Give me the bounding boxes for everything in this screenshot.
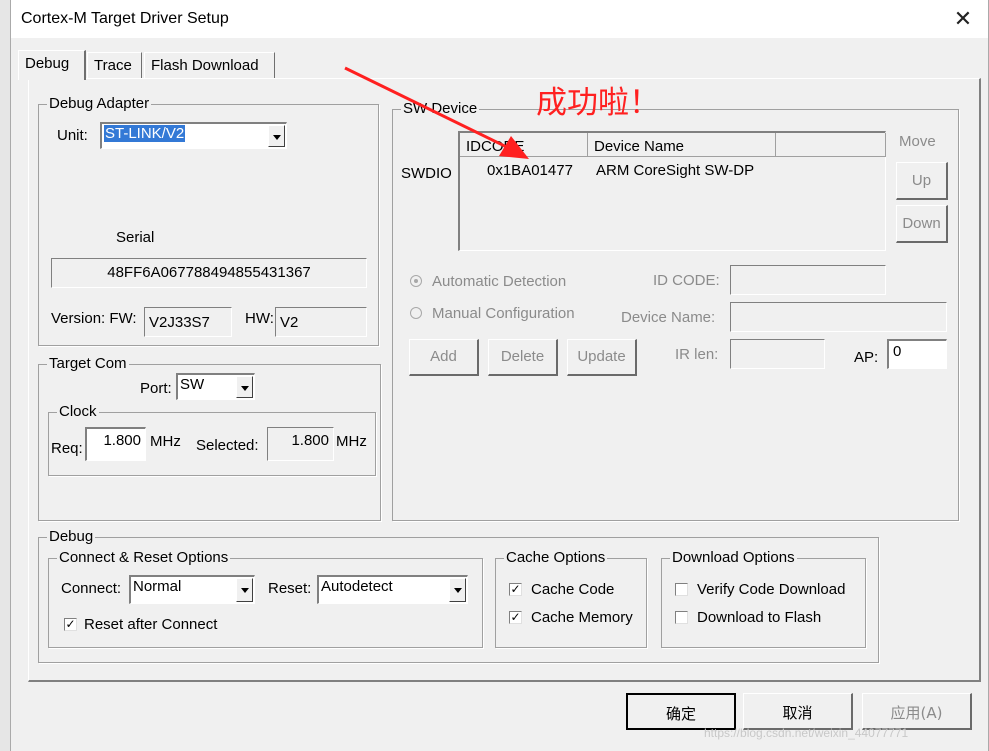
unit-select[interactable]: ST-LINK/V2 <box>100 122 287 149</box>
ir-len-input[interactable] <box>730 339 825 369</box>
watermark: https://blog.csdn.net/weixin_44077771 <box>704 726 909 740</box>
device-name-label: Device Name: <box>621 309 716 326</box>
column-header-device-name[interactable]: Device Name <box>588 133 776 157</box>
selected-unit: MHz <box>336 433 367 450</box>
port-label: Port: <box>140 380 172 397</box>
req-unit: MHz <box>150 433 181 450</box>
download-to-flash-label: Download to Flash <box>697 609 822 626</box>
move-up-button[interactable]: Up <box>896 162 948 200</box>
chevron-down-icon[interactable] <box>236 376 253 398</box>
column-header-blank <box>776 133 886 157</box>
id-code-input[interactable] <box>730 265 886 295</box>
hw-version-field: V2 <box>275 307 367 337</box>
tab-trace[interactable]: Trace <box>87 52 142 78</box>
move-label: Move <box>899 133 936 150</box>
group-label: Cache Options <box>504 549 608 567</box>
move-down-button[interactable]: Down <box>896 205 948 243</box>
req-label: Req: <box>51 440 83 457</box>
selected-label: Selected: <box>196 437 259 454</box>
title-bar: Cortex-M Target Driver Setup ✕ <box>11 0 988 38</box>
update-button[interactable]: Update <box>567 339 637 376</box>
automatic-detection-radio[interactable] <box>410 275 422 287</box>
download-to-flash-checkbox[interactable] <box>675 611 688 624</box>
close-button[interactable]: ✕ <box>950 6 976 32</box>
success-annotation: 成功啦！ <box>536 85 660 121</box>
ap-input[interactable]: 0 <box>887 339 947 369</box>
delete-button[interactable]: Delete <box>488 339 558 376</box>
cache-memory-label: Cache Memory <box>531 609 633 626</box>
selected-field: 1.800 <box>267 427 334 461</box>
cache-memory-checkbox[interactable]: ✓ <box>509 611 522 624</box>
cancel-button[interactable]: 取消 <box>743 693 853 730</box>
tab-flash-download[interactable]: Flash Download <box>144 52 275 78</box>
chevron-down-icon[interactable] <box>449 578 466 602</box>
verify-code-download-label: Verify Code Download <box>697 581 846 598</box>
unit-label: Unit: <box>57 127 88 144</box>
connect-label: Connect: <box>61 580 122 597</box>
reset-after-connect-checkbox[interactable]: ✓ <box>64 618 77 631</box>
group-label: Connect & Reset Options <box>57 549 231 567</box>
ok-button[interactable]: 确定 <box>626 693 736 730</box>
chevron-down-icon[interactable] <box>268 125 285 147</box>
automatic-detection-label: Automatic Detection <box>432 273 567 290</box>
reset-after-connect-label: Reset after Connect <box>84 616 218 633</box>
group-label: Download Options <box>670 549 797 567</box>
manual-configuration-radio[interactable] <box>410 307 422 319</box>
row-device-name: ARM CoreSight SW-DP <box>596 162 755 179</box>
serial-label: Serial <box>116 229 155 246</box>
device-name-input[interactable] <box>730 302 947 332</box>
group-label: Debug Adapter <box>47 95 152 113</box>
cache-options-group: Cache Options <box>495 549 647 648</box>
cache-code-label: Cache Code <box>531 581 615 598</box>
reset-label: Reset: <box>268 580 312 597</box>
group-label: Debug <box>47 528 96 546</box>
red-arrow-icon <box>344 66 529 159</box>
apply-button[interactable]: 应用(A) <box>862 693 972 730</box>
ap-label: AP: <box>854 349 879 366</box>
verify-code-download-checkbox[interactable] <box>675 583 688 596</box>
manual-configuration-label: Manual Configuration <box>432 305 575 322</box>
reset-select[interactable]: Autodetect <box>317 575 468 604</box>
download-options-group: Download Options <box>661 549 866 648</box>
add-button[interactable]: Add <box>409 339 479 376</box>
hw-label: HW: <box>245 310 274 327</box>
serial-field: 48FF6A067788494855431367 <box>51 258 367 288</box>
chevron-down-icon[interactable] <box>236 578 253 602</box>
port-select[interactable]: SW <box>176 373 255 400</box>
req-input[interactable]: 1.800 <box>85 427 146 461</box>
group-label: Clock <box>57 403 99 421</box>
close-icon: ✕ <box>953 6 973 31</box>
cache-code-checkbox[interactable]: ✓ <box>509 583 522 596</box>
group-label: Target Com <box>47 355 129 373</box>
dialog-window: Cortex-M Target Driver Setup ✕ Debug Tra… <box>10 0 989 751</box>
tab-debug[interactable]: Debug <box>18 50 86 80</box>
fw-version-field: V2J33S7 <box>144 307 232 337</box>
id-code-label: ID CODE: <box>653 272 720 289</box>
version-fw-label: Version: FW: <box>51 310 137 327</box>
window-title: Cortex-M Target Driver Setup <box>21 10 229 27</box>
connect-select[interactable]: Normal <box>129 575 255 604</box>
ir-len-label: IR len: <box>675 346 719 363</box>
